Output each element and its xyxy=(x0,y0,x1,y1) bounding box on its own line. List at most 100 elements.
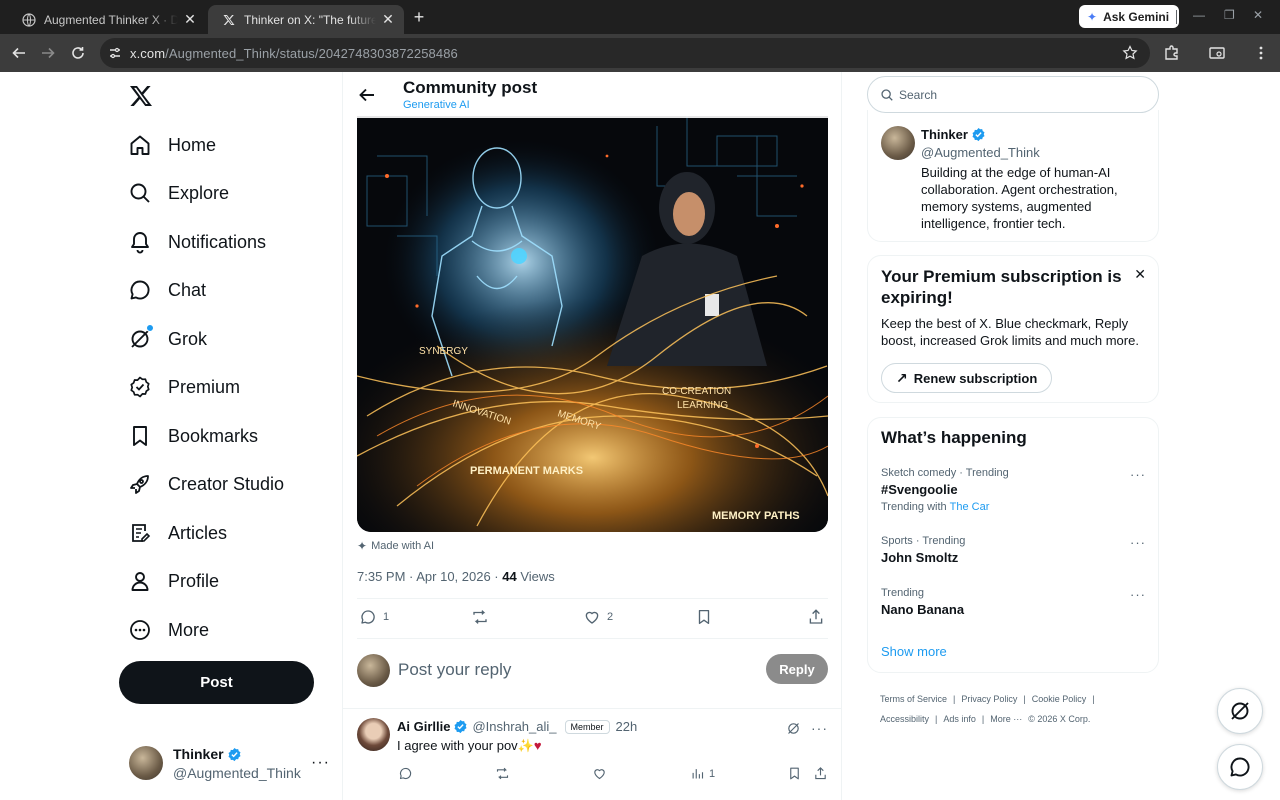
profile-handle[interactable]: @Augmented_Think xyxy=(921,145,1040,160)
footer-sep: | xyxy=(981,714,985,724)
nav-articles[interactable]: Articles xyxy=(128,513,227,553)
post-image[interactable]: SYNERGY INNOVATION MEMORY CO-CREATION LE… xyxy=(357,116,828,532)
trend-item[interactable]: Sports · Trending John Smoltz ··· xyxy=(881,535,1146,565)
new-tab-icon[interactable]: + xyxy=(410,8,428,26)
x-logo-icon[interactable] xyxy=(129,84,153,108)
trend-item[interactable]: Trending Nano Banana ··· xyxy=(881,587,1146,617)
bookmark-button[interactable] xyxy=(695,608,719,626)
divider xyxy=(343,708,841,709)
reply-item[interactable]: Ai Girllie @Inshrah_ali_ Member 22h ··· … xyxy=(357,718,828,798)
heart-emoji: ♥ xyxy=(533,738,542,753)
verified-badge-icon xyxy=(453,719,468,734)
nav-more[interactable]: More xyxy=(128,610,209,650)
nav-grok[interactable]: Grok xyxy=(128,319,207,359)
reply-author-name[interactable]: Ai Girllie xyxy=(397,719,450,734)
reply-author-handle[interactable]: @Inshrah_ali_ xyxy=(472,719,556,734)
footer-link[interactable]: Ads info xyxy=(943,714,976,724)
bookmark-button[interactable] xyxy=(787,766,806,781)
renew-subscription-button[interactable]: ↗ Renew subscription xyxy=(881,363,1053,393)
minimize-icon[interactable]: — xyxy=(1193,8,1205,22)
avatar[interactable] xyxy=(881,126,915,160)
like-button[interactable] xyxy=(592,766,611,781)
close-tab-icon[interactable]: ✕ xyxy=(182,11,198,28)
post-timestamp[interactable]: 7:35 PM · Apr 10, 2026 · xyxy=(357,569,502,584)
account-switcher[interactable]: Thinker @Augmented_Think ··· xyxy=(129,744,330,781)
reply-time[interactable]: 22h xyxy=(616,719,638,734)
share-button[interactable] xyxy=(813,766,832,781)
more-dots-icon[interactable]: ··· xyxy=(1130,467,1146,482)
trend-with-link[interactable]: The Car xyxy=(950,501,990,513)
more-dots-icon[interactable]: ··· xyxy=(811,720,828,736)
footer-link[interactable]: Cookie Policy xyxy=(1032,694,1087,704)
back-arrow-icon[interactable] xyxy=(357,85,377,105)
avatar xyxy=(129,746,163,780)
trends-card: What’s happening Sketch comedy · Trendin… xyxy=(867,417,1159,673)
footer-link[interactable]: Accessibility xyxy=(880,714,929,724)
more-circle-icon xyxy=(128,618,152,642)
nav-chat-label: Chat xyxy=(168,279,207,300)
avatar[interactable] xyxy=(357,718,390,751)
grok-icon xyxy=(128,324,154,351)
chat-bubble-icon xyxy=(1230,757,1250,777)
forward-arrow-icon[interactable] xyxy=(39,44,57,62)
nav-bookmarks[interactable]: Bookmarks xyxy=(128,416,258,456)
main-column: SYNERGY INNOVATION MEMORY CO-CREATION LE… xyxy=(342,72,842,800)
more-dots-icon[interactable]: ··· xyxy=(1130,535,1146,550)
nav-creator-studio[interactable]: Creator Studio xyxy=(128,464,284,504)
views-button[interactable]: 1 xyxy=(690,766,715,781)
nav-chat[interactable]: Chat xyxy=(128,270,206,310)
more-dots-icon[interactable]: ··· xyxy=(1130,587,1146,602)
reply-submit-button[interactable]: Reply xyxy=(766,654,828,684)
repost-button[interactable] xyxy=(471,608,495,626)
browser-tab-1[interactable]: Augmented Thinker X · Daily Po ✕ xyxy=(8,5,206,34)
repost-button[interactable] xyxy=(495,766,514,781)
profile-name[interactable]: Thinker xyxy=(921,127,968,142)
show-more-link[interactable]: Show more xyxy=(881,644,947,659)
footer-link[interactable]: Privacy Policy xyxy=(961,694,1017,704)
nav-articles-label: Articles xyxy=(168,522,228,543)
cast-icon[interactable] xyxy=(1208,44,1226,62)
back-arrow-icon[interactable] xyxy=(10,44,28,62)
close-window-icon[interactable]: ✕ xyxy=(1253,8,1263,22)
trend-context: Sketch comedy · Trending xyxy=(881,467,1009,479)
browser-tab-2[interactable]: Thinker on X: "The future isn't p ✕ xyxy=(208,5,404,34)
footer-link[interactable]: More ··· xyxy=(990,714,1022,724)
account-more-icon[interactable]: ··· xyxy=(311,754,330,772)
footer-sep: | xyxy=(953,694,956,704)
premium-card: Your Premium subscription is expiring! ✕… xyxy=(867,255,1159,403)
footer-sep: | xyxy=(1023,694,1026,704)
extensions-icon[interactable] xyxy=(1163,44,1181,62)
address-bar[interactable]: x.com/Augmented_Think/status/20427483038… xyxy=(100,38,1150,68)
like-count: 2 xyxy=(607,611,614,623)
profile-card[interactable]: Thinker @Augmented_Think Building at the… xyxy=(867,110,1159,242)
nav-premium[interactable]: Premium xyxy=(128,367,240,407)
nav-home[interactable]: Home xyxy=(128,125,216,165)
reply-button[interactable]: 1 xyxy=(359,608,389,626)
nav-profile[interactable]: Profile xyxy=(128,561,219,601)
close-icon[interactable]: ✕ xyxy=(1134,266,1146,283)
grok-icon[interactable] xyxy=(786,721,801,736)
nav-notifications[interactable]: Notifications xyxy=(128,222,266,262)
site-settings-icon[interactable] xyxy=(108,46,124,60)
footer-link[interactable]: Terms of Service xyxy=(880,694,947,704)
post-button[interactable]: Post xyxy=(119,661,314,704)
restore-icon[interactable]: ❐ xyxy=(1224,8,1235,22)
bookmark-star-icon[interactable] xyxy=(1122,45,1138,61)
share-button[interactable] xyxy=(807,608,831,626)
community-link[interactable]: Generative AI xyxy=(403,99,470,111)
bookmark-icon xyxy=(128,424,152,448)
close-tab-icon[interactable]: ✕ xyxy=(380,11,396,28)
chat-floating-button[interactable] xyxy=(1217,744,1263,790)
like-button[interactable]: 2 xyxy=(583,608,613,626)
menu-kebab-icon[interactable] xyxy=(1252,44,1270,62)
search-input[interactable]: Search xyxy=(867,76,1159,113)
trend-item[interactable]: Sketch comedy · Trending #Svengoolie Tre… xyxy=(881,467,1146,513)
nav-explore[interactable]: Explore xyxy=(128,173,229,213)
reload-icon[interactable] xyxy=(69,44,87,62)
reply-button[interactable] xyxy=(398,766,417,781)
grok-floating-button[interactable] xyxy=(1217,688,1263,734)
reply-input[interactable]: Post your reply xyxy=(398,660,511,680)
reply-text-body: I agree with your pov xyxy=(397,738,518,753)
ask-gemini-button[interactable]: ✦ Ask Gemini xyxy=(1079,5,1180,28)
account-handle: @Augmented_Think xyxy=(173,765,301,781)
